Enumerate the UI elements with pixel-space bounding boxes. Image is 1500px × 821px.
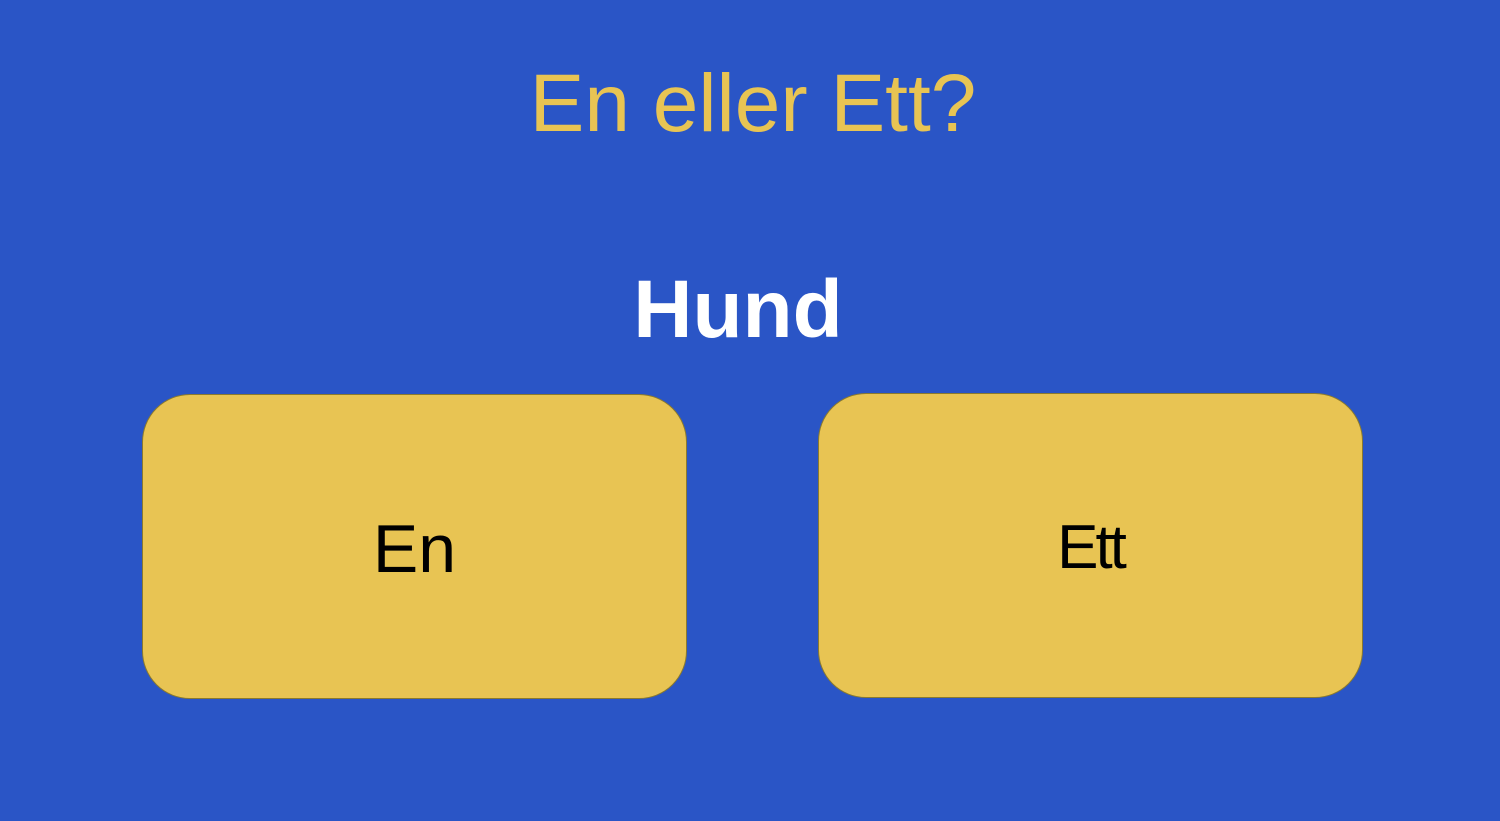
quiz-slide: En eller Ett? Hund En Ett bbox=[0, 0, 1500, 821]
question-title: En eller Ett? bbox=[529, 58, 977, 149]
noun-word: Hund bbox=[633, 264, 843, 355]
en-answer-button[interactable]: En bbox=[142, 394, 687, 699]
en-answer-label: En bbox=[372, 510, 457, 587]
ett-answer-label: Ett bbox=[1057, 513, 1127, 582]
ett-answer-button[interactable]: Ett bbox=[818, 393, 1363, 698]
